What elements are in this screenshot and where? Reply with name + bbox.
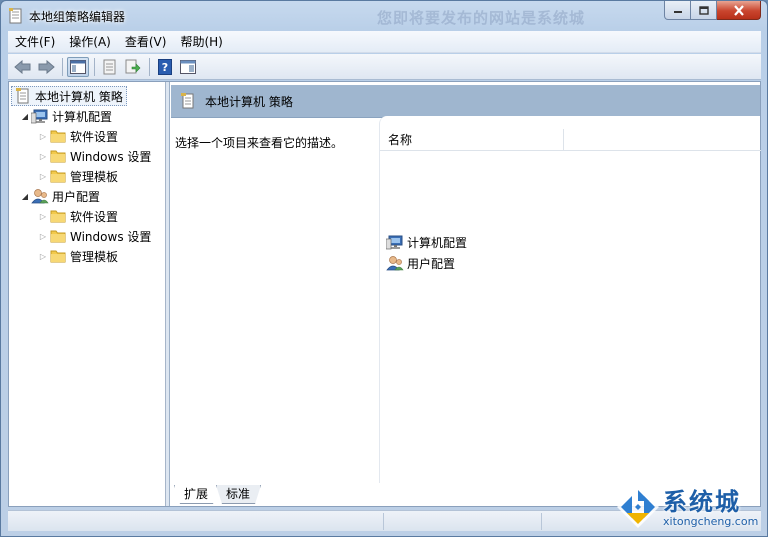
- tree-root-label: 本地计算机 策略: [35, 89, 123, 104]
- folder-icon: [49, 168, 67, 184]
- close-button[interactable]: [717, 1, 761, 20]
- list-item-user-config[interactable]: 用户配置: [386, 253, 455, 273]
- show-action-pane-icon: [180, 59, 196, 74]
- folder-icon: [49, 148, 67, 164]
- tree-item-computer-config[interactable]: ◢ 计算机配置: [19, 106, 112, 126]
- forward-button[interactable]: [35, 57, 57, 77]
- column-header-name[interactable]: 名称: [380, 129, 564, 150]
- policy-editor-icon: [9, 8, 23, 24]
- collapse-arrow-icon[interactable]: ▷: [37, 212, 49, 221]
- list-item-computer-config[interactable]: 计算机配置: [386, 232, 467, 252]
- folder-icon: [49, 128, 67, 144]
- tab-standard[interactable]: 标准: [216, 485, 261, 504]
- minimize-icon: [673, 11, 682, 13]
- status-divider: [541, 513, 542, 530]
- details-pane: 本地计算机 策略 选择一个项目来查看它的描述。 名称 计算机配置 用户配置 扩展…: [171, 82, 761, 506]
- tree-item-label: 管理模板: [70, 169, 119, 184]
- menu-action[interactable]: 操作(A): [62, 33, 118, 50]
- expand-arrow-icon[interactable]: ◢: [19, 192, 31, 201]
- items-list: 名称 计算机配置 用户配置: [379, 116, 761, 483]
- window-controls: [664, 1, 761, 20]
- menu-file[interactable]: 文件(F): [8, 33, 62, 50]
- list-item-label: 计算机配置: [407, 235, 468, 250]
- tree-item-label: 管理模板: [70, 249, 119, 264]
- tree-item-label: 用户配置: [52, 189, 101, 204]
- export-list-icon: [125, 59, 141, 73]
- user-config-icon: [386, 255, 404, 271]
- tree-item-label: 软件设置: [70, 209, 119, 224]
- menu-bar: 文件(F) 操作(A) 查看(V) 帮助(H): [8, 31, 761, 53]
- toolbar-separator: [94, 57, 95, 76]
- properties-button[interactable]: [99, 57, 121, 77]
- tree-item-user-config[interactable]: ◢ 用户配置: [19, 186, 100, 206]
- watermark-logo-icon: [617, 486, 659, 528]
- title-bar[interactable]: 本地组策略编辑器 您即将要发布的网站是系统城: [1, 1, 767, 31]
- computer-config-icon: [386, 234, 404, 250]
- window-title: 本地组策略编辑器: [29, 10, 126, 24]
- watermark-url: xitongcheng.com: [663, 515, 759, 528]
- collapse-arrow-icon[interactable]: ▷: [37, 252, 49, 261]
- show-action-pane-button[interactable]: [177, 57, 199, 77]
- policy-document-icon: [14, 88, 32, 104]
- view-tabs: 扩展 标准: [174, 485, 258, 505]
- tree-item-label: 软件设置: [70, 129, 119, 144]
- menu-view[interactable]: 查看(V): [118, 33, 174, 50]
- help-button[interactable]: ?: [154, 57, 176, 77]
- toolbar-separator: [62, 57, 63, 76]
- tree-item-label: Windows 设置: [70, 149, 152, 164]
- tab-extended[interactable]: 扩展: [174, 485, 219, 504]
- user-config-icon: [31, 188, 49, 204]
- tree-item-user-admin-templates[interactable]: ▷ 管理模板: [37, 246, 118, 266]
- tree-item-computer-windows[interactable]: ▷ Windows 设置: [37, 146, 151, 166]
- status-divider: [383, 513, 384, 530]
- help-icon: ?: [158, 58, 172, 75]
- show-hide-tree-icon: [70, 59, 86, 74]
- minimize-button[interactable]: [664, 1, 691, 20]
- back-icon: [14, 59, 31, 74]
- svg-text:?: ?: [162, 61, 168, 74]
- tree-item-computer-software[interactable]: ▷ 软件设置: [37, 126, 118, 146]
- collapse-arrow-icon[interactable]: ▷: [37, 152, 49, 161]
- tree-item-user-software[interactable]: ▷ 软件设置: [37, 206, 118, 226]
- collapse-arrow-icon[interactable]: ▷: [37, 132, 49, 141]
- list-item-label: 用户配置: [407, 256, 456, 271]
- maximize-button[interactable]: [691, 1, 717, 20]
- tree-root[interactable]: 本地计算机 策略: [11, 86, 127, 106]
- back-button[interactable]: [12, 57, 34, 77]
- folder-icon: [49, 248, 67, 264]
- tree-item-user-windows[interactable]: ▷ Windows 设置: [37, 226, 151, 246]
- toolbar: ?: [8, 54, 761, 80]
- computer-config-icon: [31, 108, 49, 124]
- tree-item-label: Windows 设置: [70, 229, 152, 244]
- details-header-title: 本地计算机 策略: [205, 95, 293, 109]
- policy-document-icon: [179, 93, 197, 109]
- description-area: 选择一个项目来查看它的描述。: [171, 119, 377, 483]
- tree-pane: 本地计算机 策略 ◢ 计算机配置 ▷ 软件设置 ▷ Windows 设置 ▷ 管…: [9, 82, 166, 506]
- toolbar-separator: [149, 57, 150, 76]
- folder-icon: [49, 208, 67, 224]
- description-text: 选择一个项目来查看它的描述。: [175, 136, 344, 150]
- expand-arrow-icon[interactable]: ◢: [19, 112, 31, 121]
- export-list-button[interactable]: [122, 57, 144, 77]
- folder-icon: [49, 228, 67, 244]
- tree-item-computer-admin-templates[interactable]: ▷ 管理模板: [37, 166, 118, 186]
- tree-item-label: 计算机配置: [52, 109, 113, 124]
- app-window: 本地组策略编辑器 您即将要发布的网站是系统城 文件(F) 操作(A) 查看(V)…: [0, 0, 768, 537]
- pane-splitter[interactable]: [166, 82, 170, 506]
- maximize-icon: [698, 5, 709, 15]
- watermark: 系统城 xitongcheng.com: [613, 480, 765, 536]
- menu-help[interactable]: 帮助(H): [173, 33, 229, 50]
- show-hide-tree-button[interactable]: [67, 56, 89, 77]
- title-ghost-text: 您即将要发布的网站是系统城: [377, 9, 586, 27]
- list-column-header: 名称: [380, 129, 761, 151]
- collapse-arrow-icon[interactable]: ▷: [37, 232, 49, 241]
- collapse-arrow-icon[interactable]: ▷: [37, 172, 49, 181]
- watermark-text: 系统城: [663, 488, 741, 516]
- close-icon: [733, 4, 744, 16]
- main-content: 本地计算机 策略 ◢ 计算机配置 ▷ 软件设置 ▷ Windows 设置 ▷ 管…: [8, 81, 761, 507]
- details-header: 本地计算机 策略: [171, 85, 760, 118]
- properties-icon: [103, 59, 116, 74]
- forward-icon: [38, 59, 55, 74]
